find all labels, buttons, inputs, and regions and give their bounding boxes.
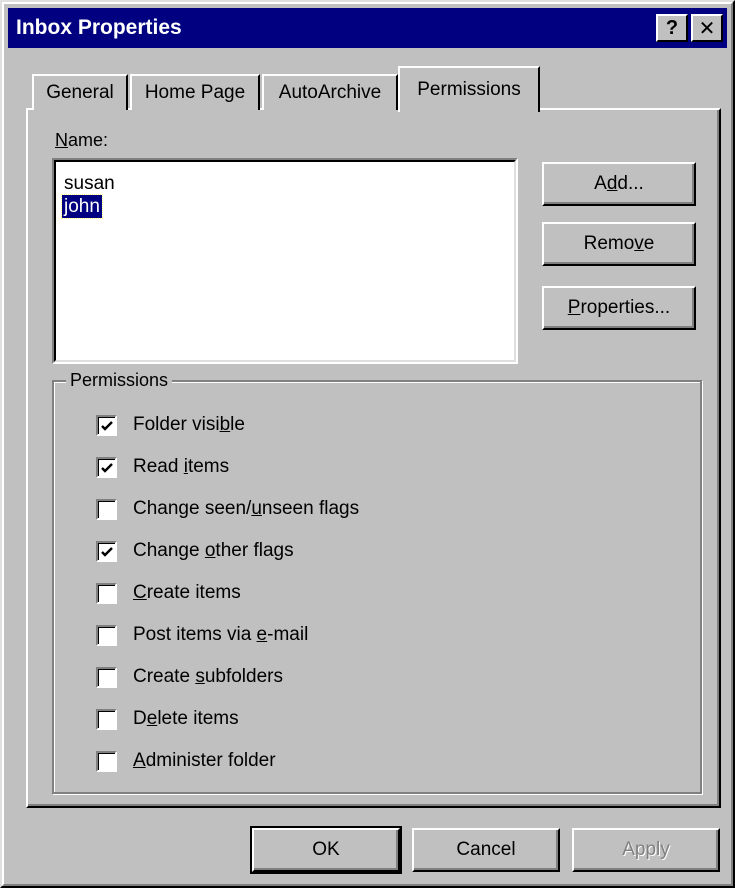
tab-label: AutoArchive: [278, 82, 382, 103]
user-listbox[interactable]: susan john: [52, 158, 518, 364]
title-bar[interactable]: Inbox Properties ? ✕: [8, 8, 727, 48]
cancel-button[interactable]: Cancel: [412, 828, 560, 872]
permissions-group-title: Permissions: [66, 370, 173, 391]
checkbox-change-other-flags[interactable]: Change other flags: [96, 536, 294, 566]
close-button[interactable]: ✕: [691, 14, 723, 42]
check-icon: [101, 546, 113, 557]
list-item-susan[interactable]: susan: [62, 172, 117, 195]
checkbox[interactable]: [96, 624, 117, 646]
tab-label: General: [46, 82, 114, 103]
checkbox-label: Post items via e-mail: [133, 624, 309, 645]
checkbox[interactable]: [96, 540, 117, 562]
checkbox[interactable]: [96, 582, 117, 604]
name-label: Name:: [55, 130, 109, 150]
properties-button-label: Properties...: [567, 297, 671, 318]
checkbox-create-subfolders[interactable]: Create subfolders: [96, 662, 283, 692]
checkbox[interactable]: [96, 666, 117, 688]
check-icon: [101, 462, 113, 473]
checkbox-label: Read items: [133, 456, 230, 477]
checkbox-label: Create subfolders: [133, 666, 283, 687]
checkbox-label: Delete items: [133, 708, 239, 729]
checkbox[interactable]: [96, 750, 117, 772]
properties-button[interactable]: Properties...: [542, 286, 696, 330]
tab-label: Home Page: [144, 82, 246, 103]
cancel-button-label: Cancel: [456, 839, 516, 860]
add-button-label: Add...: [594, 173, 644, 194]
checkbox-label: Create items: [133, 582, 241, 603]
close-icon: ✕: [698, 17, 716, 40]
tab-general[interactable]: General: [32, 74, 128, 110]
checkbox-read-items[interactable]: Read items: [96, 452, 229, 482]
check-icon: [101, 420, 113, 431]
apply-button-label: Apply: [622, 839, 670, 860]
help-button[interactable]: ?: [656, 14, 688, 42]
checkbox-change-seen-unseen[interactable]: Change seen/unseen flags: [96, 494, 359, 524]
checkbox-administer-folder[interactable]: Administer folder: [96, 746, 276, 776]
add-button[interactable]: Add...: [542, 162, 696, 206]
ok-button-label: OK: [312, 839, 340, 860]
checkbox-label: Folder visible: [133, 414, 245, 435]
tab-home-page[interactable]: Home Page: [130, 74, 260, 110]
checkbox[interactable]: [96, 414, 117, 436]
checkbox-delete-items[interactable]: Delete items: [96, 704, 239, 734]
checkbox-label: Change other flags: [133, 540, 294, 561]
tab-permissions[interactable]: Permissions: [398, 66, 540, 112]
remove-button[interactable]: Remove: [542, 222, 696, 266]
list-item-john[interactable]: john: [61, 194, 103, 219]
checkbox-folder-visible[interactable]: Folder visible: [96, 410, 245, 440]
checkbox-post-items-email[interactable]: Post items via e-mail: [96, 620, 308, 650]
apply-button[interactable]: Apply: [572, 828, 720, 872]
dialog-window: Inbox Properties ? ✕ General Home Page A…: [0, 0, 735, 888]
checkbox-create-items[interactable]: Create items: [96, 578, 241, 608]
ok-button[interactable]: OK: [250, 826, 402, 874]
window-title: Inbox Properties: [16, 16, 182, 39]
checkbox-label: Change seen/unseen flags: [133, 498, 360, 519]
checkbox[interactable]: [96, 498, 117, 520]
tab-label: Permissions: [417, 79, 521, 100]
checkbox[interactable]: [96, 708, 117, 730]
tab-autoarchive[interactable]: AutoArchive: [262, 74, 398, 110]
checkbox-label: Administer folder: [133, 750, 276, 771]
remove-button-label: Remove: [583, 233, 655, 254]
checkbox[interactable]: [96, 456, 117, 478]
help-icon: ?: [665, 16, 679, 39]
